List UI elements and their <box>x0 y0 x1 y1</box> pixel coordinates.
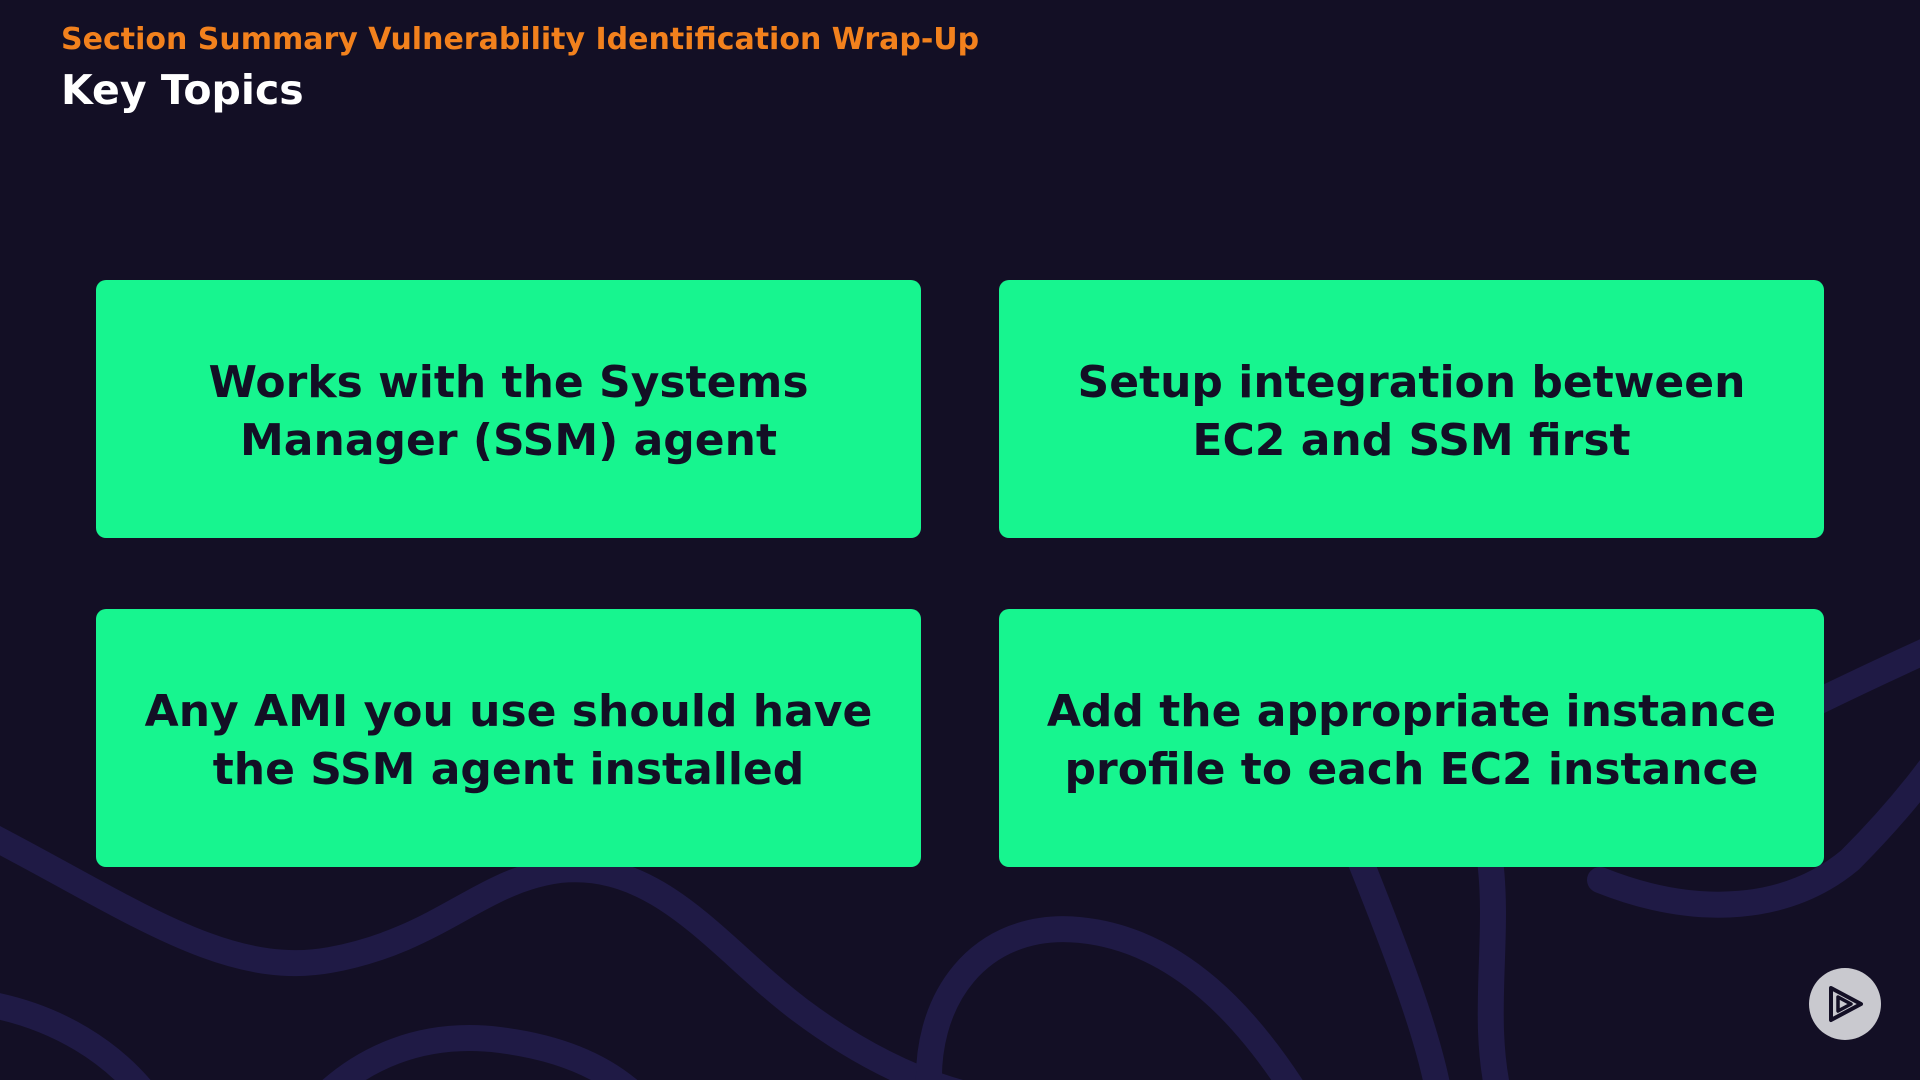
topic-card-text: Works with the Systems Manager (SSM) age… <box>208 357 809 466</box>
play-logo-button[interactable] <box>1809 968 1881 1040</box>
background-curves-decoration <box>0 639 1920 1080</box>
play-logo-icon <box>1829 986 1863 1022</box>
topic-card-ami-ssm-agent: Any AMI you use should have the SSM agen… <box>96 609 921 867</box>
topic-card-ec2-ssm-integration: Setup integration between EC2 and SSM fi… <box>999 280 1824 538</box>
topic-card-text: Setup integration between EC2 and SSM fi… <box>1077 357 1746 466</box>
topic-card-ssm-agent: Works with the Systems Manager (SSM) age… <box>96 280 921 538</box>
slide: Section Summary Vulnerability Identifica… <box>0 0 1920 1080</box>
topic-card-text: Add the appropriate instance profile to … <box>1046 686 1777 795</box>
topic-card-text: Any AMI you use should have the SSM agen… <box>144 686 873 795</box>
topic-card-instance-profile: Add the appropriate instance profile to … <box>999 609 1824 867</box>
page-title: Key Topics <box>61 66 304 114</box>
section-title: Section Summary Vulnerability Identifica… <box>61 22 980 57</box>
